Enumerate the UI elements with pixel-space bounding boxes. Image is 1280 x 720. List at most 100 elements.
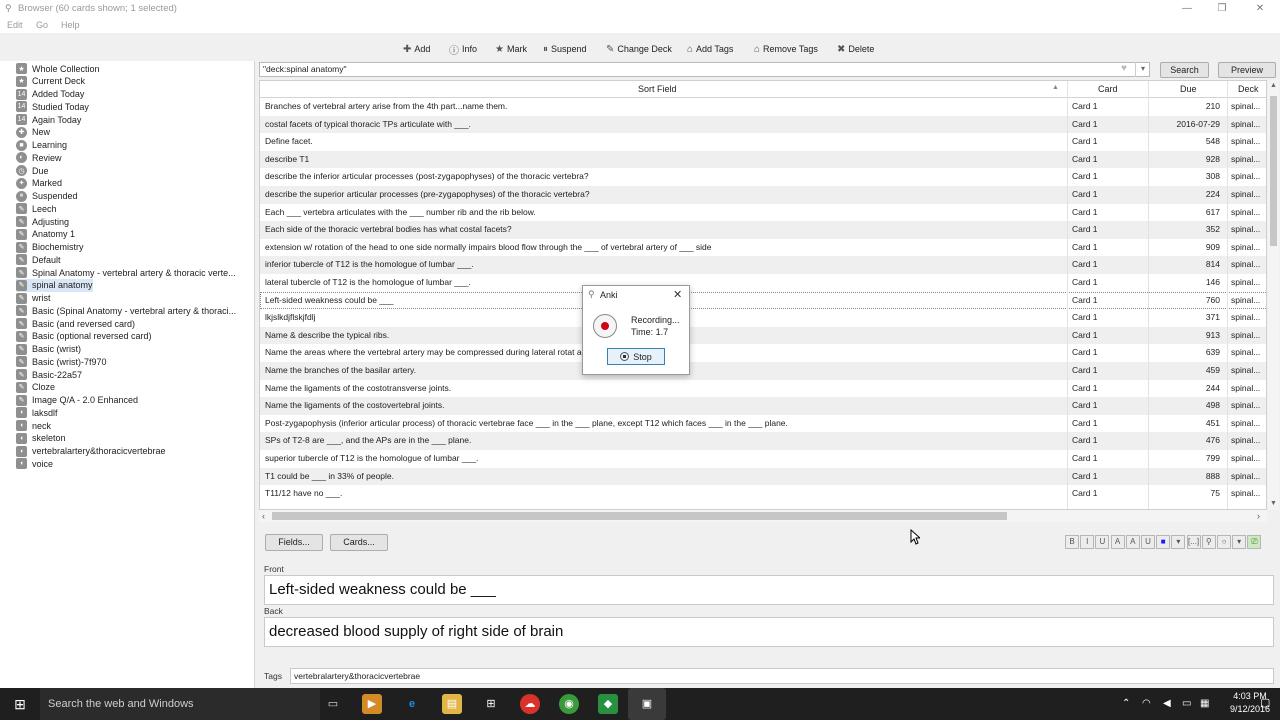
header-card[interactable]: Card	[1098, 84, 1118, 94]
table-row[interactable]: inferior tubercle of T12 is the homologu…	[260, 256, 1266, 274]
stop-button[interactable]: Stop	[607, 348, 665, 365]
color-dropdown-button[interactable]: ▾	[1171, 535, 1186, 549]
change-deck-button[interactable]: ✎ Change Deck	[606, 42, 672, 56]
table-row[interactable]: describe T1 Card 1 928 spinal...	[260, 150, 1266, 169]
edge-browser-icon[interactable]: e	[402, 694, 422, 714]
table-row[interactable]: extension w/ rotation of the head to one…	[260, 239, 1266, 257]
sidebar-item[interactable]: ✎ wrist	[16, 292, 51, 305]
attach-button[interactable]: ⚲	[1201, 535, 1216, 549]
wifi-icon[interactable]: ◠	[1142, 698, 1151, 709]
mark-button[interactable]: ★ Mark	[495, 42, 527, 56]
subscript-button[interactable]: A	[1125, 535, 1140, 549]
table-row[interactable]: Define facet. Card 1 548 spinal...	[260, 133, 1266, 151]
header-due[interactable]: Due	[1180, 84, 1197, 94]
scroll-up-icon[interactable]: ▲	[1270, 82, 1277, 89]
media-player-icon[interactable]: ▶	[362, 694, 382, 714]
add-tags-button[interactable]: ⌂ Add Tags	[687, 42, 733, 56]
sidebar-item[interactable]: ◖ vertebralartery&thoracicvertebrae	[16, 445, 166, 458]
header-sort-field[interactable]: Sort Field	[638, 84, 677, 94]
scroll-left-icon[interactable]: ‹	[262, 511, 265, 521]
vertical-scroll-thumb[interactable]	[1270, 96, 1277, 246]
table-row[interactable]: Each ___ vertebra articulates with the _…	[260, 204, 1266, 222]
task-view-icon[interactable]: ▭	[323, 694, 343, 714]
scroll-down-icon[interactable]: ▼	[1270, 500, 1277, 507]
file-explorer-icon[interactable]: ▤	[442, 694, 462, 714]
table-row[interactable]: superior tubercle of T12 is the homologu…	[260, 450, 1266, 468]
table-row[interactable]: describe the inferior articular processe…	[260, 168, 1266, 186]
italic-button[interactable]: I	[1080, 535, 1095, 549]
search-button[interactable]: Search	[1160, 62, 1209, 78]
menu-go[interactable]: Go	[36, 20, 48, 30]
clear-format-button[interactable]: U	[1141, 535, 1155, 549]
sidebar-item[interactable]: 14 Studied Today	[16, 100, 89, 113]
sidebar-item[interactable]: ◖ neck	[16, 419, 51, 432]
cloud-app-icon[interactable]: ☁	[520, 694, 540, 714]
sidebar-item[interactable]: ◐ Review	[16, 151, 62, 164]
chrome-icon[interactable]: ◉	[559, 694, 579, 714]
suspend-button[interactable]: ⏸ Suspend	[543, 42, 587, 56]
scroll-right-icon[interactable]: ›	[1257, 511, 1260, 521]
keyboard-icon[interactable]: ▦	[1200, 698, 1209, 709]
fields-button[interactable]: Fields...	[265, 534, 323, 551]
sidebar-item[interactable]: ✎ Default	[16, 253, 61, 266]
info-button[interactable]: ⓘ Info	[449, 42, 477, 57]
front-field[interactable]: Left-sided weakness could be ___	[264, 575, 1274, 605]
minimize-button[interactable]: —	[1170, 0, 1204, 17]
back-field[interactable]: decreased blood supply of right side of …	[264, 617, 1274, 647]
sidebar-item[interactable]: ★ Current Deck	[16, 75, 85, 88]
anki-taskbar-icon[interactable]: ▣	[628, 688, 666, 720]
sidebar-item[interactable]: ⏸ Suspended	[16, 190, 78, 203]
sidebar-item[interactable]: ✚ New	[16, 126, 50, 139]
sidebar-item[interactable]: 14 Again Today	[16, 113, 81, 126]
sidebar-item[interactable]: ✎ Basic (optional reversed card)	[16, 330, 152, 343]
cloze-button[interactable]: [...]	[1186, 535, 1201, 549]
table-row[interactable]: lateral tubercle of T12 is the homologue…	[260, 274, 1266, 292]
sidebar-item[interactable]: ✎ Basic-22a57	[16, 368, 82, 381]
sidebar-item[interactable]: ✎ Basic (wrist)-7f970	[16, 355, 107, 368]
superscript-button[interactable]: A	[1110, 535, 1125, 549]
record-button[interactable]: ○	[1217, 535, 1231, 549]
cards-button[interactable]: Cards...	[330, 534, 388, 551]
sidebar-item[interactable]: ✎ Cloze	[16, 381, 55, 394]
maximize-button[interactable]: ❐	[1205, 0, 1239, 17]
dialog-close-button[interactable]: ✕	[673, 288, 682, 301]
table-row[interactable]: Name & describe the typical ribs. Card 19…	[260, 326, 1266, 345]
sidebar-item[interactable]: ✎ spinal anatomy	[16, 278, 93, 292]
sidebar-item[interactable]: ✎ Biochemistry	[16, 241, 84, 254]
sidebar-item[interactable]: ✎ Spinal Anatomy - vertebral artery & tho…	[16, 266, 236, 279]
sidebar-item[interactable]: ✦ Marked	[16, 177, 62, 190]
menu-help[interactable]: Help	[61, 20, 80, 30]
more-button[interactable]: ▾	[1232, 535, 1247, 549]
table-row[interactable]: SPs of T2-8 are ___, and the APs are in …	[260, 432, 1266, 450]
sidebar-item[interactable]: 14 Added Today	[16, 88, 84, 101]
table-row[interactable]: Name the ligaments of the costovertebral…	[260, 397, 1266, 415]
sidebar-item[interactable]: ★ Whole Collection	[16, 62, 100, 75]
sidebar-item[interactable]: ✎ Adjusting	[16, 215, 69, 228]
sidebar-item[interactable]: ✎ Image Q/A - 2.0 Enhanced	[16, 394, 138, 407]
sidebar-item[interactable]: ◷ Due	[16, 164, 49, 177]
text-color-button[interactable]: ■	[1156, 535, 1171, 549]
battery-icon[interactable]: ▭	[1182, 698, 1191, 709]
windows-start-icon[interactable]: ⊞	[0, 688, 40, 720]
add-button[interactable]: ✚ Add	[403, 42, 430, 56]
table-row[interactable]: Each side of the thoracic vertebral bodi…	[260, 221, 1266, 239]
table-row[interactable]: Branches of vertebral artery arise from …	[260, 98, 1266, 116]
tags-input[interactable]: vertebralartery&thoracicvertebrae	[290, 668, 1274, 684]
sidebar-item[interactable]: ✎ Basic (wrist)	[16, 343, 81, 356]
table-row[interactable]: Name the branches of the basilar artery.…	[260, 362, 1266, 380]
table-row[interactable]: T1 could be ___ in 33% of people. Card 1 8…	[260, 467, 1266, 486]
table-row[interactable]: Post-zygapophysis (inferior articular pr…	[260, 415, 1266, 433]
table-row[interactable]: lkjslkdjflskjfdlj Card 1 371 spinal...	[260, 309, 1266, 327]
sidebar-item[interactable]: ◖ skeleton	[16, 432, 66, 445]
sidebar-item[interactable]: ✎ Basic (Spinal Anatomy - vertebral arter…	[16, 304, 236, 317]
volume-icon[interactable]: ◀	[1163, 698, 1171, 709]
preview-button[interactable]: Preview	[1218, 62, 1276, 78]
table-row[interactable]: Name the areas where the vertebral arter…	[260, 344, 1266, 362]
search-history-dropdown[interactable]: ▾	[1135, 62, 1150, 77]
underline-button[interactable]: U	[1095, 535, 1110, 549]
sidebar-item[interactable]: ✎ Basic (and reversed card)	[16, 317, 135, 330]
header-deck[interactable]: Deck	[1238, 84, 1259, 94]
close-window-button[interactable]: ✕	[1243, 0, 1277, 17]
search-input[interactable]: "deck:spinal anatomy"	[259, 62, 1150, 77]
horizontal-scroll-thumb[interactable]	[272, 512, 1007, 520]
